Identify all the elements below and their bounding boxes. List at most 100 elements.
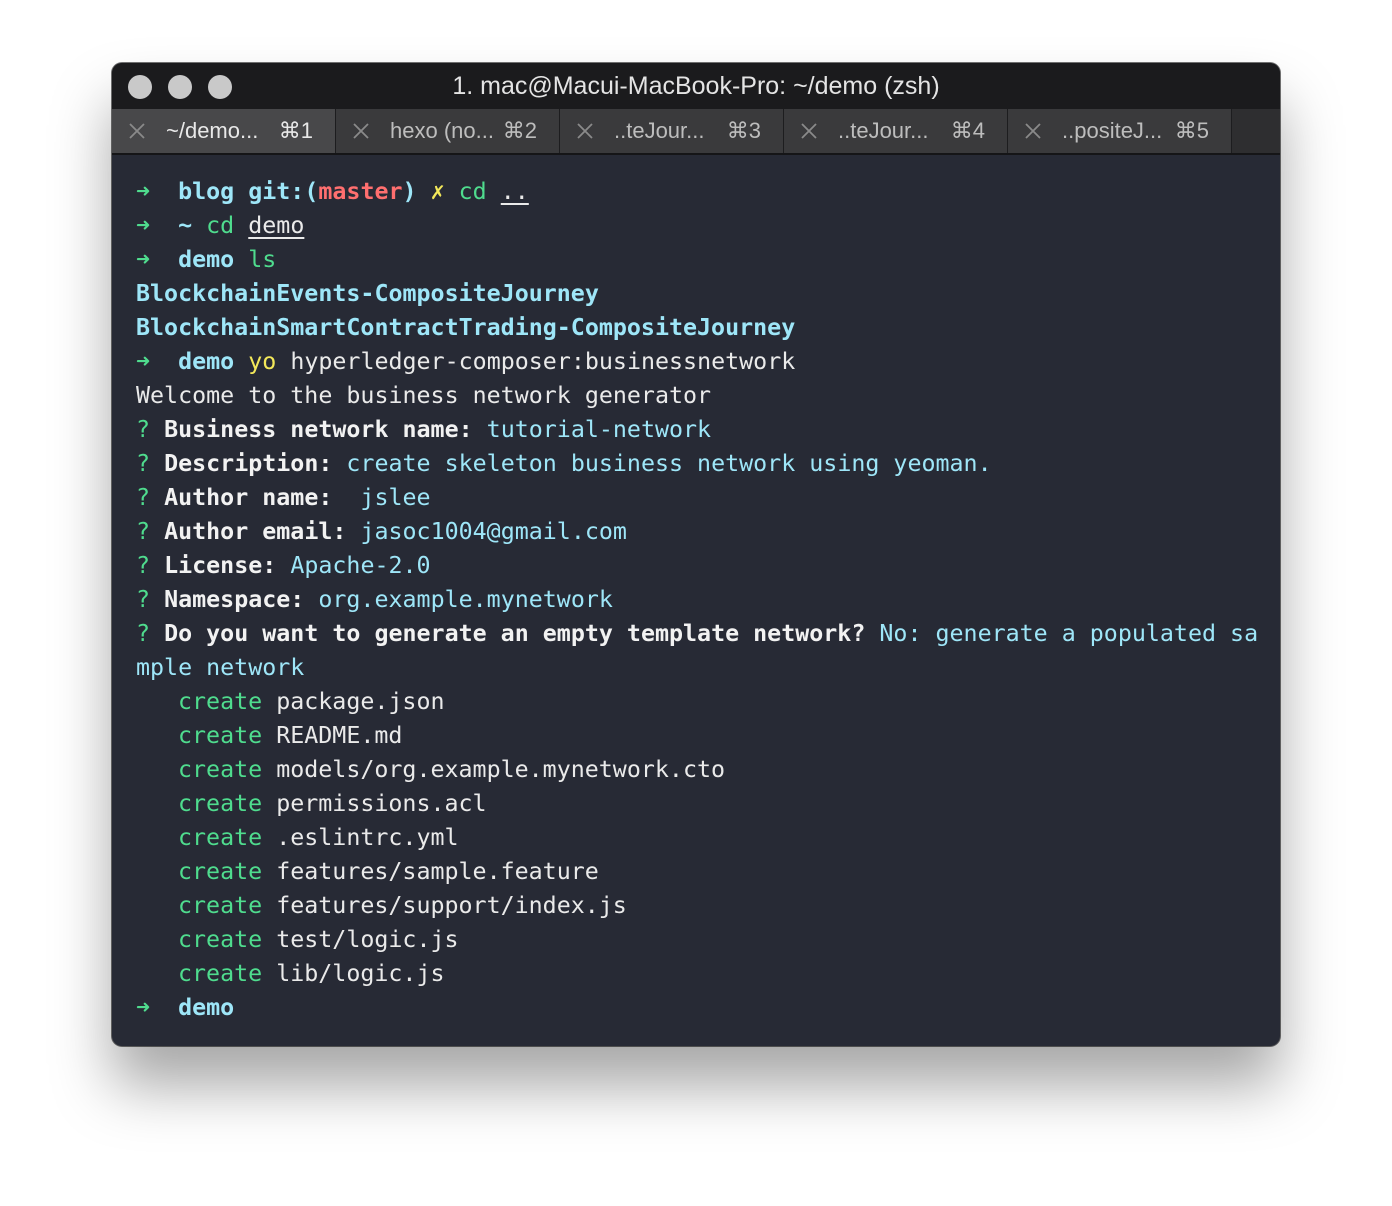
terminal-window[interactable]: 1. mac@Macui-MacBook-Pro: ~/demo (zsh) ~… [112, 63, 1280, 1046]
ls-entry: BlockchainEvents-CompositeJourney [136, 280, 599, 307]
window-title: 1. mac@Macui-MacBook-Pro: ~/demo (zsh) [452, 72, 940, 100]
create-line: create permissions.acl [136, 787, 1266, 821]
tab-label: hexo (no... [390, 118, 494, 143]
create-label: create [178, 722, 263, 749]
question-mark-icon: ? [136, 484, 151, 511]
welcome-message: Welcome to the business network generato… [136, 382, 712, 409]
prompt-arrow-icon: ➜ [136, 348, 151, 375]
create-line: create models/org.example.mynetwork.cto [136, 753, 1266, 787]
git-dirty-icon: ✗ [430, 178, 445, 205]
question-answer: jasoc1004@gmail.com [360, 518, 627, 545]
question-answer: No: generate a populated sa [879, 620, 1259, 647]
question-label: Description: [164, 450, 333, 477]
created-file: .eslintrc.yml [276, 824, 459, 851]
prompt-arrow-icon: ➜ [136, 212, 151, 239]
tab-label: ..positeJ... [1062, 118, 1163, 143]
create-line: create features/sample.feature [136, 855, 1266, 889]
created-file: models/org.example.mynetwork.cto [276, 756, 726, 783]
prompt-line: ➜ ~ cd demo [136, 209, 1266, 243]
prompt-line: ➜ blog git:(master) ✗ cd .. [136, 175, 1266, 209]
close-tab-icon[interactable] [352, 122, 370, 140]
question-label: Author name: [164, 484, 333, 511]
create-label: create [178, 892, 263, 919]
question-mark-icon: ? [136, 620, 151, 647]
create-line: create test/logic.js [136, 923, 1266, 957]
tab-3[interactable]: ..teJour... ⌘3 [560, 109, 784, 153]
created-file: lib/logic.js [276, 960, 445, 987]
tab-label: ..teJour... [838, 118, 929, 143]
tab-shortcut: ⌘1 [278, 118, 313, 143]
create-line: create package.json [136, 685, 1266, 719]
tab-2[interactable]: hexo (no... ⌘2 [336, 109, 560, 153]
close-tab-icon[interactable] [576, 122, 594, 140]
question-line: ? Business network name: tutorial-networ… [136, 413, 1266, 447]
tab-label: ~/demo... [166, 118, 259, 143]
question-label: Namespace: [164, 586, 305, 613]
prompt-line: ➜ demo yo hyperledger-composer:businessn… [136, 345, 1266, 379]
prompt-dir: blog [178, 178, 235, 205]
question-answer: Apache-2.0 [290, 552, 431, 579]
git-branch: master [318, 178, 403, 205]
tab-bar: ~/demo... ⌘1 hexo (no... ⌘2 ..teJour... … [112, 109, 1280, 155]
question-mark-icon: ? [136, 518, 151, 545]
command-arg: .. [500, 178, 529, 205]
created-file: test/logic.js [276, 926, 459, 953]
command: ls [248, 246, 277, 273]
question-mark-icon: ? [136, 416, 151, 443]
tab-shortcut: ⌘2 [502, 118, 537, 143]
created-file: package.json [276, 688, 445, 715]
prompt-dir: demo [178, 246, 235, 273]
tab-shortcut: ⌘4 [950, 118, 985, 143]
prompt-dir: demo [178, 348, 235, 375]
question-label: Author email: [164, 518, 347, 545]
close-tab-icon[interactable] [128, 122, 146, 140]
git-suffix: ) [402, 178, 417, 205]
create-label: create [178, 790, 263, 817]
create-label: create [178, 926, 263, 953]
command-arg: demo [248, 212, 305, 239]
tab-4[interactable]: ..teJour... ⌘4 [784, 109, 1008, 153]
question-answer: tutorial-network [486, 416, 712, 443]
question-label: Business network name: [164, 416, 473, 443]
git-prefix: git:( [248, 178, 319, 205]
create-line: create lib/logic.js [136, 957, 1266, 991]
create-label: create [178, 824, 263, 851]
prompt-line: ➜ demo ls [136, 243, 1266, 277]
prompt-dir: demo [178, 994, 235, 1021]
create-line: create features/support/index.js [136, 889, 1266, 923]
title-bar[interactable]: 1. mac@Macui-MacBook-Pro: ~/demo (zsh) [112, 63, 1280, 109]
question-line: ? Namespace: org.example.mynetwork [136, 583, 1266, 617]
prompt-arrow-icon: ➜ [136, 178, 151, 205]
create-line: create README.md [136, 719, 1266, 753]
command: cd [206, 212, 235, 239]
tab-shortcut: ⌘5 [1174, 118, 1209, 143]
question-line: ? License: Apache-2.0 [136, 549, 1266, 583]
create-label: create [178, 756, 263, 783]
question-mark-icon: ? [136, 450, 151, 477]
question-line: ? Author email: jasoc1004@gmail.com [136, 515, 1266, 549]
question-mark-icon: ? [136, 586, 151, 613]
terminal-output[interactable]: ➜ blog git:(master) ✗ cd .. ➜ ~ cd demo … [136, 175, 1266, 1025]
question-line: ? Author name: jslee [136, 481, 1266, 515]
question-mark-icon: ? [136, 552, 151, 579]
close-tab-icon[interactable] [800, 122, 818, 140]
question-line: ? Do you want to generate an empty templ… [136, 617, 1266, 651]
created-file: features/support/index.js [276, 892, 627, 919]
command: yo [248, 348, 277, 375]
tab-shortcut: ⌘3 [726, 118, 761, 143]
question-answer-wrap: mple network [136, 654, 305, 681]
prompt-arrow-icon: ➜ [136, 246, 151, 273]
tab-1[interactable]: ~/demo... ⌘1 [112, 109, 336, 153]
close-tab-icon[interactable] [1024, 122, 1042, 140]
question-label: Do you want to generate an empty templat… [164, 620, 866, 647]
command: cd [458, 178, 487, 205]
create-label: create [178, 858, 263, 885]
question-answer: jslee [346, 484, 431, 511]
command-arg: hyperledger-composer:businessnetwork [290, 348, 796, 375]
prompt-line: ➜ demo [136, 991, 1266, 1025]
created-file: README.md [276, 722, 403, 749]
create-label: create [178, 960, 263, 987]
tab-5[interactable]: ..positeJ... ⌘5 [1008, 109, 1232, 153]
prompt-dir: ~ [178, 212, 193, 239]
created-file: features/sample.feature [276, 858, 599, 885]
